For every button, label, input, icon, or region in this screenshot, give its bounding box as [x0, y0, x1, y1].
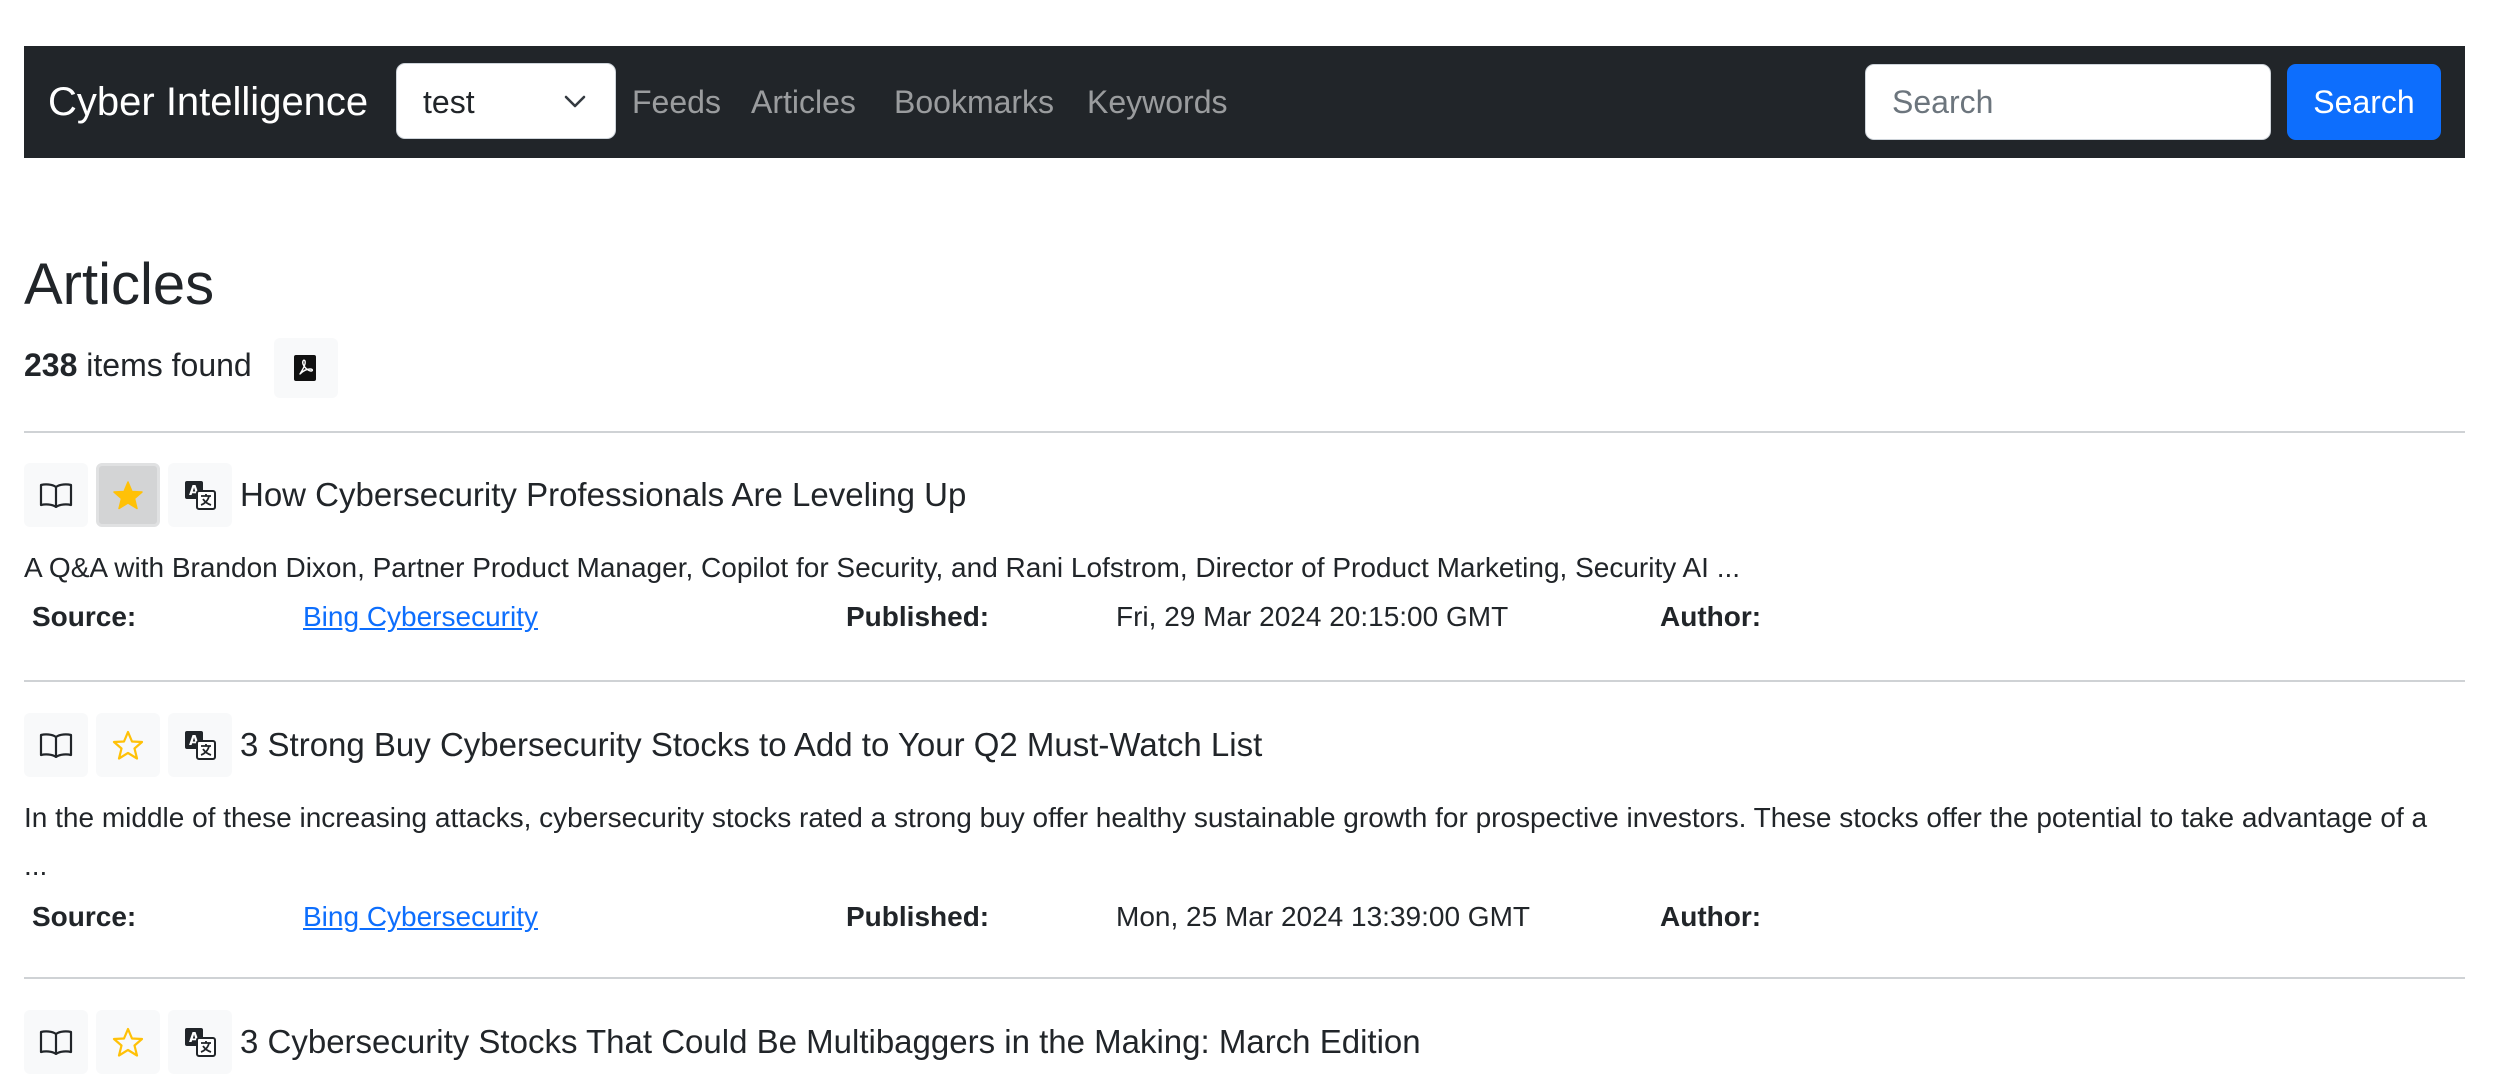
nav-articles[interactable]: Articles	[751, 46, 856, 158]
nav-bookmarks[interactable]: Bookmarks	[894, 46, 1054, 158]
translate-button[interactable]: A	[168, 1010, 232, 1074]
article-item: A 3 Cybersecurity Stocks That Could Be M…	[24, 1010, 2465, 1078]
article-item: A How Cybersecurity Professionals Are Le…	[24, 463, 2465, 643]
published-value: Fri, 29 Mar 2024 20:15:00 GMT	[1116, 601, 1509, 632]
published-label: Published:	[846, 901, 990, 932]
article-title-link[interactable]: 3 Strong Buy Cybersecurity Stocks to Add…	[240, 713, 1262, 777]
bookmark-button[interactable]	[96, 1010, 160, 1074]
items-count-number: 238	[24, 347, 78, 383]
nav-keywords[interactable]: Keywords	[1087, 46, 1228, 158]
article-meta: Source: Bing Cybersecurity Published: Mo…	[24, 895, 2465, 939]
read-button[interactable]	[24, 713, 88, 777]
nav-feeds[interactable]: Feeds	[632, 46, 721, 158]
items-count-label: items found	[86, 347, 252, 383]
workspace-select-value: test	[423, 84, 475, 120]
article-title-link[interactable]: 3 Cybersecurity Stocks That Could Be Mul…	[240, 1010, 1421, 1074]
divider	[24, 431, 2465, 433]
search-input[interactable]	[1865, 64, 2271, 140]
brand-title[interactable]: Cyber Intelligence	[48, 46, 368, 158]
read-button[interactable]	[24, 1010, 88, 1074]
divider	[24, 680, 2465, 682]
star-icon	[112, 730, 144, 760]
top-navbar: Cyber Intelligence test Feeds Articles B…	[24, 46, 2465, 158]
page-title: Articles	[24, 252, 215, 317]
star-icon	[113, 481, 143, 510]
bookmark-button[interactable]	[96, 713, 160, 777]
translate-icon: A	[185, 731, 216, 760]
article-summary: In the middle of these increasing attack…	[24, 802, 2428, 881]
published-value: Mon, 25 Mar 2024 13:39:00 GMT	[1116, 901, 1530, 932]
author-label: Author:	[1660, 901, 1762, 932]
article-meta: Source: Bing Cybersecurity Published: Fr…	[24, 595, 2465, 639]
source-label: Source:	[32, 601, 137, 632]
author-label: Author:	[1660, 601, 1762, 632]
search-button[interactable]: Search	[2287, 64, 2441, 140]
article-title-link[interactable]: How Cybersecurity Professionals Are Leve…	[240, 463, 966, 527]
read-button[interactable]	[24, 463, 88, 527]
divider	[24, 977, 2465, 979]
book-icon	[39, 483, 73, 508]
book-icon	[39, 1030, 73, 1055]
source-link[interactable]: Bing Cybersecurity	[303, 595, 538, 639]
workspace-select[interactable]: test	[396, 63, 616, 139]
bookmark-button[interactable]	[96, 463, 160, 527]
source-label: Source:	[32, 901, 137, 932]
published-label: Published:	[846, 601, 990, 632]
source-link[interactable]: Bing Cybersecurity	[303, 895, 538, 939]
translate-icon: A	[185, 1028, 216, 1057]
export-pdf-button[interactable]	[274, 338, 338, 398]
translate-button[interactable]: A	[168, 463, 232, 527]
pdf-icon	[294, 355, 316, 381]
translate-button[interactable]: A	[168, 713, 232, 777]
star-icon	[112, 1027, 144, 1057]
items-count: 238 items found	[24, 342, 252, 388]
chevron-down-icon	[564, 95, 586, 108]
translate-icon: A	[185, 481, 216, 510]
article-summary: A Q&A with Brandon Dixon, Partner Produc…	[24, 552, 1741, 583]
article-item: A 3 Strong Buy Cybersecurity Stocks to A…	[24, 713, 2465, 943]
book-icon	[39, 733, 73, 758]
